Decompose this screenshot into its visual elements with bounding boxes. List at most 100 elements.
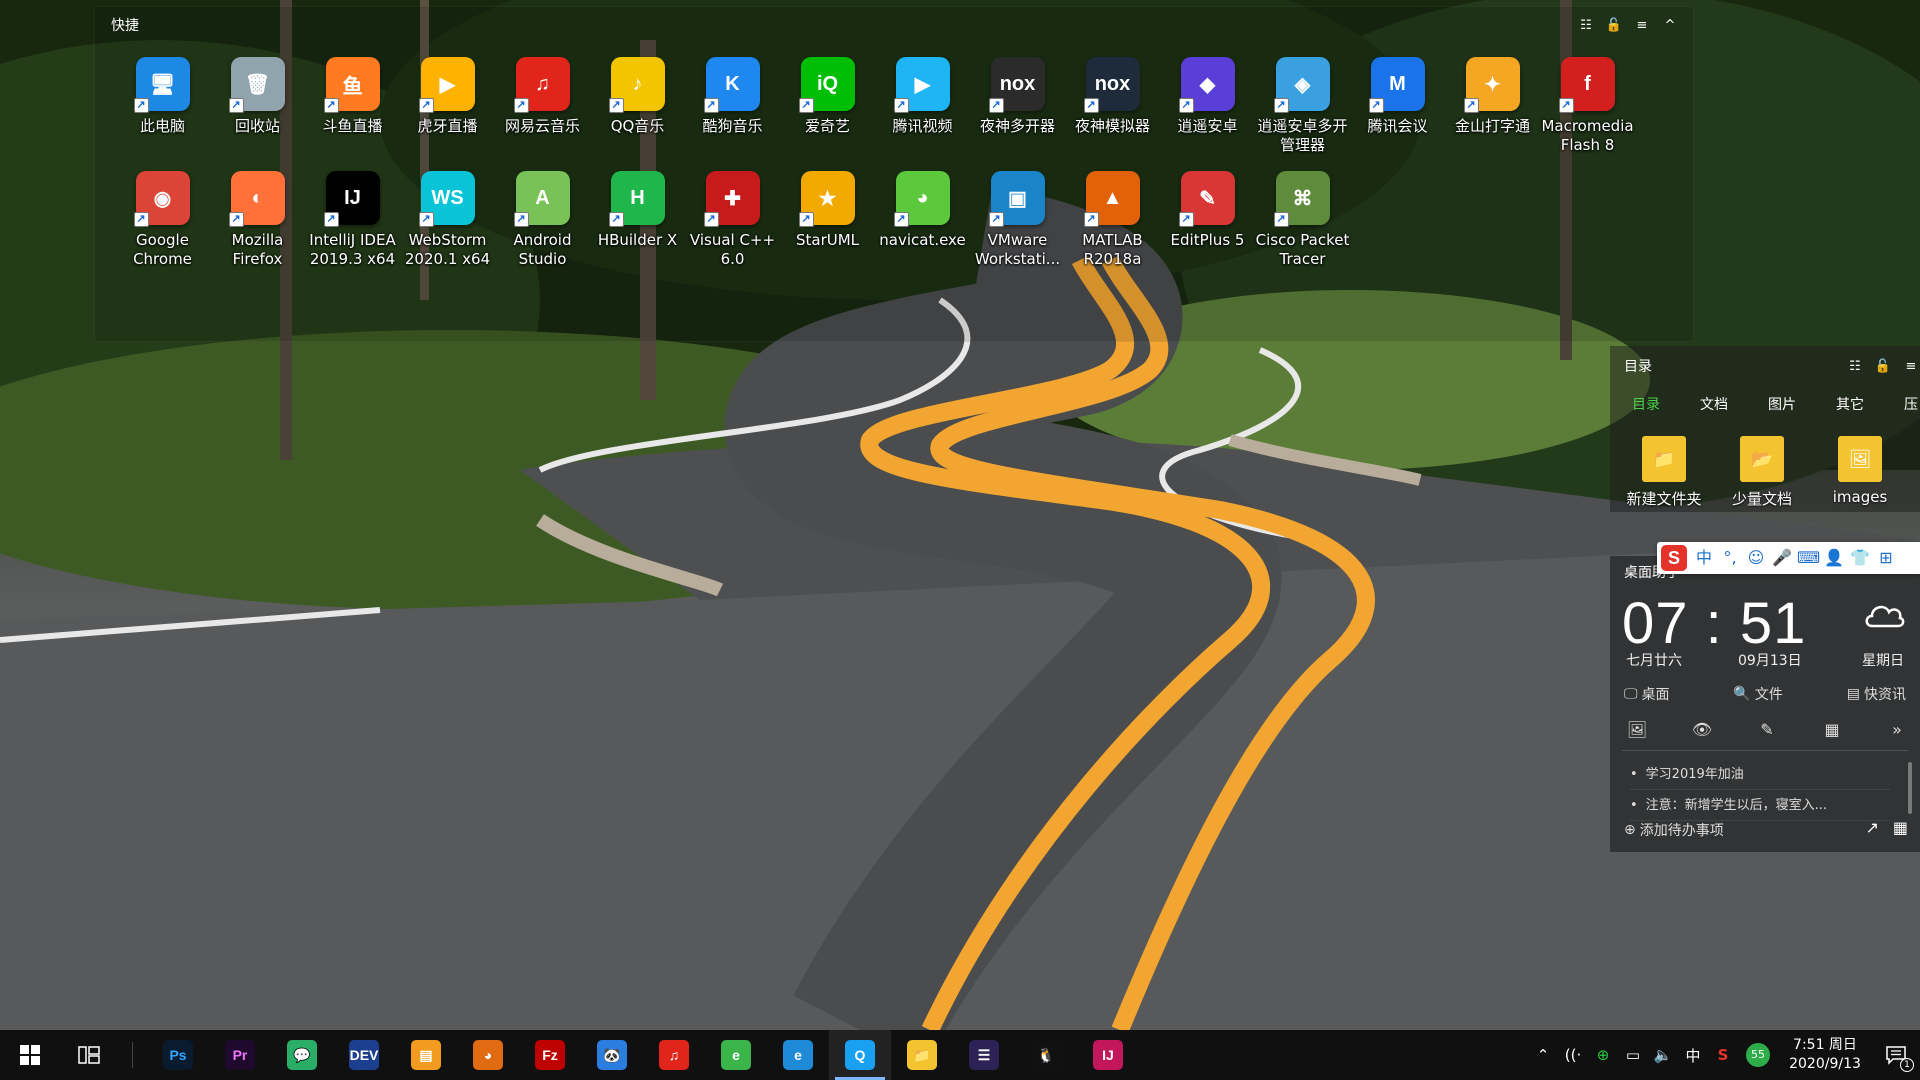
list-view-icon[interactable]: ☷ [1577,17,1595,35]
sogou-tray-icon[interactable]: S [1708,1046,1738,1064]
desktop-shortcut[interactable]: f ↗ Macromedia Flash 8 [1540,57,1635,171]
desktop-shortcut[interactable]: ◐ ↗ Mozilla Firefox [210,171,305,285]
taskbar-app-ie[interactable]: e [767,1030,829,1080]
desktop-shortcut[interactable]: ★ ↗ StarUML [780,171,875,285]
taskbar-clock[interactable]: 7:51 周日 2020/9/13 [1778,1036,1872,1074]
desktop-shortcut[interactable]: ✎ ↗ EditPlus 5 [1160,171,1255,285]
wifi-icon[interactable]: ((· [1558,1046,1588,1064]
taskbar-app-filezilla[interactable]: Fz [519,1030,581,1080]
directory-item[interactable]: 📁 新建文件夹 [1622,436,1706,509]
ime-button[interactable]: 中 [1693,547,1715,569]
ime-button[interactable]: ☺ [1745,547,1767,569]
directory-tab[interactable]: 图片 [1768,394,1796,414]
ime-language-indicator[interactable]: 中 [1678,1045,1708,1066]
task-view-button[interactable] [60,1030,118,1080]
shortcut-arrow-icon: ↗ [703,98,719,113]
assistant-tab[interactable]: 🔍 文件 [1733,684,1782,704]
cloud-weather-icon[interactable] [1862,596,1906,632]
desktop-shortcut[interactable]: ♪ ↗ QQ音乐 [590,57,685,171]
volume-icon[interactable]: 🔈 [1648,1046,1678,1064]
chevron-up-icon[interactable]: ⌃ [1528,1046,1558,1064]
desktop-shortcut[interactable]: M ↗ 腾讯会议 [1350,57,1445,171]
assistant-tool-icon[interactable]: 👁 [1689,720,1715,739]
desktop-shortcut[interactable]: 🖥 ↗ 此电脑 [115,57,210,171]
desktop-shortcut[interactable]: H ↗ HBuilder X [590,171,685,285]
assistant-tool-icon[interactable]: 🖼 [1624,720,1650,739]
assistant-tab[interactable]: 🖵 桌面 [1624,684,1670,704]
directory-item[interactable]: 📂 少量文档 [1720,436,1804,509]
taskbar-app-photoshop[interactable]: Ps [147,1030,209,1080]
lock-icon[interactable]: 🔓 [1874,358,1892,376]
action-center-button[interactable]: 1 [1872,1030,1920,1080]
share-icon[interactable]: ↗ [1865,818,1878,837]
desktop-shortcut[interactable]: ♫ ↗ 网易云音乐 [495,57,590,171]
desktop-shortcut[interactable]: ⌘ ↗ Cisco Packet Tracer [1255,171,1350,285]
desktop-shortcut[interactable]: WS ↗ WebStorm 2020.1 x64 [400,171,495,285]
ime-button[interactable]: 🎤 [1771,547,1793,569]
taskbar-app-intellij[interactable]: IJ [1077,1030,1139,1080]
fence-title: 快捷 [111,18,139,34]
assistant-tool-icon[interactable]: ▦ [1819,720,1845,739]
start-button[interactable] [0,1030,60,1080]
ime-button[interactable]: 👤 [1823,547,1845,569]
desktop-shortcut[interactable]: ✚ ↗ Visual C++ 6.0 [685,171,780,285]
shortcut-arrow-icon: ↗ [1368,98,1384,113]
desktop-shortcut[interactable]: 🗑 ↗ 回收站 [210,57,305,171]
taskbar-app-wechat[interactable]: 💬 [271,1030,333,1080]
collapse-icon[interactable]: ^ [1661,17,1679,35]
desktop-shortcut[interactable]: ◉ ↗ Google Chrome [115,171,210,285]
taskbar-app-browser-green[interactable]: e [705,1030,767,1080]
assistant-tool-icon[interactable]: » [1884,720,1910,739]
ime-button[interactable]: °, [1719,547,1741,569]
todo-item[interactable]: 学习2019年加油 [1630,759,1890,790]
assistant-tab[interactable]: ▤ 快资讯 [1847,684,1906,704]
battery-icon[interactable]: ▭ [1618,1046,1648,1064]
taskbar-app-qq[interactable]: 🐧 [1015,1030,1077,1080]
desktop-shortcut[interactable]: A ↗ Android Studio [495,171,590,285]
directory-tab[interactable]: 其它 [1836,394,1864,414]
menu-icon[interactable]: ≡ [1633,17,1651,35]
taskbar-app-netease-music[interactable]: ♫ [643,1030,705,1080]
taskbar-app-devcpp[interactable]: DEV [333,1030,395,1080]
directory-tab[interactable]: 文档 [1700,394,1728,414]
green-plus-icon[interactable]: ⊕ [1588,1046,1618,1064]
security-badge-icon[interactable]: 55 [1738,1043,1778,1067]
taskbar-app-panda[interactable]: 🐼 [581,1030,643,1080]
add-todo-button[interactable]: ⊕ 添加待办事项 [1624,820,1724,840]
desktop-shortcut[interactable]: ◆ ↗ 逍遥安卓 [1160,57,1255,171]
todo-scrollbar[interactable] [1908,762,1912,814]
ime-button[interactable]: 👕 [1849,547,1871,569]
ime-button[interactable]: ⌨ [1797,547,1820,569]
directory-tab[interactable]: 压 [1904,394,1918,414]
directory-item[interactable]: 🖼 images [1818,436,1902,509]
desktop-shortcut[interactable]: 鱼 ↗ 斗鱼直播 [305,57,400,171]
lock-icon[interactable]: 🔓 [1605,17,1623,35]
qr-code-icon[interactable]: ▦ [1893,818,1908,837]
taskbar-app-sublime[interactable]: ▤ [395,1030,457,1080]
desktop-shortcut[interactable]: ▣ ↗ VMware Workstati... [970,171,1065,285]
desktop-shortcut[interactable]: IJ ↗ IntelliJ IDEA 2019.3 x64 [305,171,400,285]
desktop-shortcut[interactable]: nox ↗ 夜神模拟器 [1065,57,1160,171]
taskbar-app-monkey[interactable]: ◕ [457,1030,519,1080]
desktop-shortcut[interactable]: ▲ ↗ MATLAB R2018a [1065,171,1160,285]
menu-icon[interactable]: ≡ [1902,358,1920,376]
desktop-shortcut[interactable]: ▶ ↗ 虎牙直播 [400,57,495,171]
taskbar-app-qq-browser[interactable]: Q [829,1030,891,1080]
taskbar-app-premiere[interactable]: Pr [209,1030,271,1080]
desktop-shortcut[interactable]: ✦ ↗ 金山打字通 [1445,57,1540,171]
ime-button[interactable]: ⊞ [1875,547,1897,569]
taskbar-app-file-explorer[interactable]: 📁 [891,1030,953,1080]
desktop-shortcut[interactable]: ▶ ↗ 腾讯视频 [875,57,970,171]
directory-tab[interactable]: 目录 [1632,394,1660,414]
desktop-shortcut[interactable]: K ↗ 酷狗音乐 [685,57,780,171]
shortcut-label: 金山打字通 [1454,117,1530,135]
sogou-logo-icon[interactable]: S [1661,545,1687,571]
assistant-tool-icon[interactable]: ✎ [1754,720,1780,739]
taskbar-app-eclipse[interactable]: ☰ [953,1030,1015,1080]
desktop-shortcut[interactable]: iQ ↗ 爱奇艺 [780,57,875,171]
desktop-shortcut[interactable]: nox ↗ 夜神多开器 [970,57,1065,171]
list-view-icon[interactable]: ☷ [1846,358,1864,376]
desktop-shortcut[interactable]: ◕ ↗ navicat.exe [875,171,970,285]
todo-item[interactable]: 注意：新增学生以后，寝室入... [1630,790,1890,821]
desktop-shortcut[interactable]: ◈ ↗ 逍遥安卓多开管理器 [1255,57,1350,171]
